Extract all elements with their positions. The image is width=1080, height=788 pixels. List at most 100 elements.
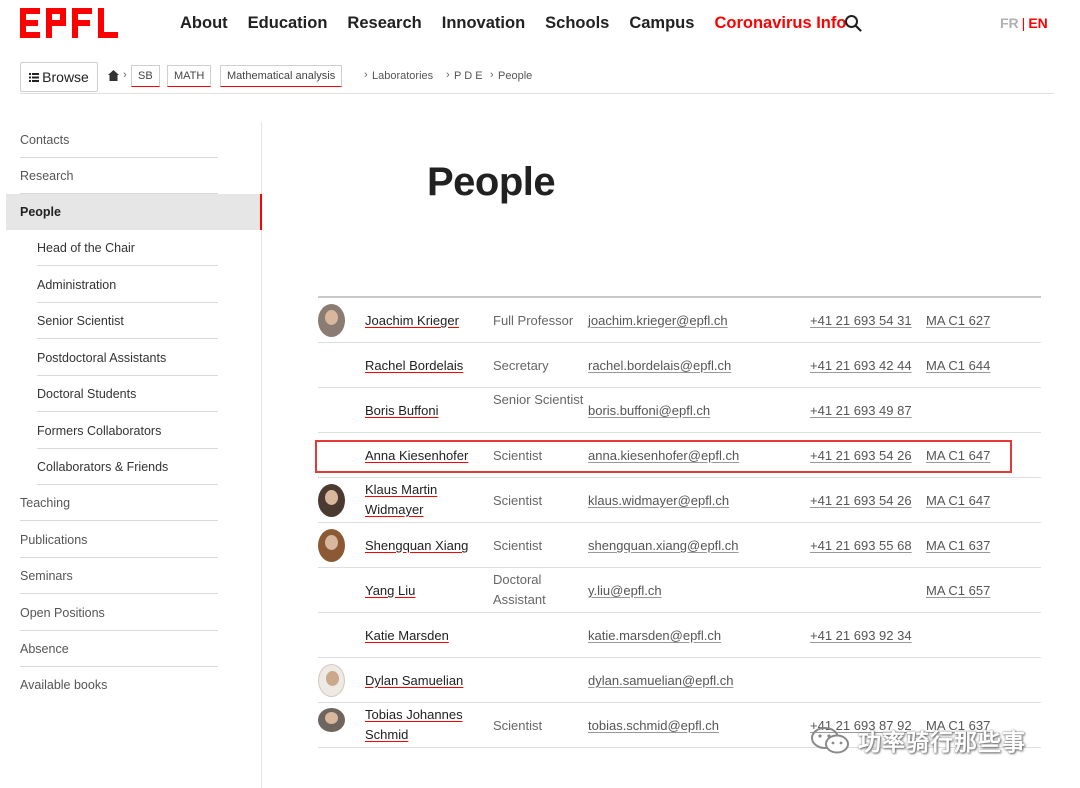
person-phone-link[interactable]: +41 21 693 92 34	[810, 626, 922, 646]
avatar	[318, 484, 345, 517]
chevron-right-icon: ›	[446, 69, 450, 81]
person-phone-link[interactable]: +41 21 693 49 87	[810, 401, 922, 421]
person-title: Scientist	[493, 718, 543, 733]
nav-campus[interactable]: Campus	[629, 14, 694, 33]
person-room-link[interactable]: MA C1 627	[926, 311, 1026, 331]
avatar	[318, 708, 345, 732]
breadcrumb-pde[interactable]: P D E	[454, 70, 483, 82]
avatar	[318, 664, 345, 697]
sidebar-item-seminars[interactable]: Seminars	[20, 558, 218, 594]
chevron-right-icon: ›	[364, 69, 368, 81]
person-name-link[interactable]: Rachel Bordelais	[365, 356, 485, 376]
epfl-logo[interactable]	[20, 8, 118, 38]
person-name-link[interactable]: Boris Buffoni	[365, 401, 485, 421]
sidebar-item-senior-scientist[interactable]: Senior Scientist	[37, 303, 218, 339]
table-row: Yang Liu Doctoral Assistant y.liu@epfl.c…	[318, 568, 1041, 613]
table-row: Katie Marsden katie.marsden@epfl.ch +41 …	[318, 613, 1041, 658]
sidebar-item-formers-collaborators[interactable]: Formers Collaborators	[37, 413, 218, 449]
person-phone-link[interactable]: +41 21 693 42 44	[810, 356, 922, 376]
person-phone-link[interactable]: +41 21 693 54 26	[810, 491, 922, 511]
wechat-icon	[811, 727, 849, 754]
person-room-link[interactable]: MA C1 637	[926, 536, 1026, 556]
home-icon[interactable]	[108, 70, 119, 81]
table-row: Rachel Bordelais Secretary rachel.bordel…	[318, 343, 1041, 388]
person-email-link[interactable]: klaus.widmayer@epfl.ch	[588, 491, 798, 511]
table-row: Joachim Krieger Full Professor joachim.k…	[318, 298, 1041, 343]
breadcrumb-people: People	[498, 70, 533, 82]
person-phone-link[interactable]: +41 21 693 55 68	[810, 536, 922, 556]
person-title: Secretary	[493, 358, 549, 373]
browse-label: Browse	[42, 69, 89, 85]
person-title: Full Professor	[493, 313, 574, 328]
avatar	[318, 529, 345, 562]
breadcrumb: Browse › SB MATH Mathematical analysis ›…	[20, 62, 1054, 94]
chevron-right-icon: ›	[490, 69, 494, 81]
nav-education[interactable]: Education	[248, 14, 328, 33]
lang-fr-link[interactable]: FR	[1000, 15, 1019, 31]
breadcrumb-tag-sb[interactable]: SB	[131, 65, 160, 87]
people-table: Joachim Krieger Full Professor joachim.k…	[318, 296, 1041, 748]
breadcrumb-tag-mathematical-analysis[interactable]: Mathematical analysis	[220, 65, 343, 87]
person-email-link[interactable]: y.liu@epfl.ch	[588, 581, 798, 601]
person-phone-link[interactable]: +41 21 693 54 31	[810, 311, 922, 331]
sidebar-item-available-books[interactable]: Available books	[20, 667, 218, 703]
nav-schools[interactable]: Schools	[545, 14, 609, 33]
sidebar-nav: Contacts Research People Head of the Cha…	[0, 122, 262, 788]
person-email-link[interactable]: joachim.krieger@epfl.ch	[588, 311, 798, 331]
watermark-text: 功率骑行那些事	[858, 729, 1026, 755]
sidebar-item-doctoral-students[interactable]: Doctoral Students	[37, 376, 218, 412]
sidebar-item-publications[interactable]: Publications	[20, 522, 218, 558]
person-room-link[interactable]: MA C1 647	[926, 491, 1026, 511]
person-name-link[interactable]: Joachim Krieger	[365, 311, 485, 331]
person-email-link[interactable]: rachel.bordelais@epfl.ch	[588, 356, 798, 376]
person-name-link[interactable]: Katie Marsden	[365, 626, 485, 646]
sidebar-item-absence[interactable]: Absence	[20, 631, 218, 667]
table-row: Klaus Martin Widmayer Scientist klaus.wi…	[318, 478, 1041, 523]
person-email-link[interactable]: dylan.samuelian@epfl.ch	[588, 671, 798, 691]
table-row: Dylan Samuelian dylan.samuelian@epfl.ch	[318, 658, 1041, 703]
table-row: Shengquan Xiang Scientist shengquan.xian…	[318, 523, 1041, 568]
person-title: Scientist	[493, 448, 543, 463]
person-email-link[interactable]: tobias.schmid@epfl.ch	[588, 716, 798, 736]
person-phone-link[interactable]: +41 21 693 54 26	[810, 446, 922, 466]
page-title: People	[427, 160, 556, 204]
table-row: Boris Buffoni Senior Scientist boris.buf…	[318, 388, 1041, 433]
avatar	[318, 304, 345, 337]
sidebar-item-research[interactable]: Research	[20, 158, 218, 194]
search-icon[interactable]	[844, 14, 862, 32]
sidebar-item-collaborators-friends[interactable]: Collaborators & Friends	[37, 449, 218, 485]
nav-coronavirus-info[interactable]: Coronavirus Info	[714, 14, 846, 33]
person-title: Scientist	[493, 493, 543, 508]
sidebar-item-contacts[interactable]: Contacts	[20, 122, 218, 158]
sidebar-item-label: People	[20, 205, 61, 219]
person-name-link[interactable]: Klaus Martin Widmayer	[365, 480, 485, 520]
sidebar-item-postdoctoral-assistants[interactable]: Postdoctoral Assistants	[37, 340, 218, 376]
sidebar-item-head-of-chair[interactable]: Head of the Chair	[37, 230, 218, 266]
breadcrumb-tag-math[interactable]: MATH	[167, 65, 212, 87]
sidebar-item-administration[interactable]: Administration	[37, 267, 218, 303]
sidebar-item-people[interactable]: People	[6, 194, 262, 230]
person-title: Scientist	[493, 538, 543, 553]
sidebar-item-teaching[interactable]: Teaching	[20, 485, 218, 521]
person-email-link[interactable]: anna.kiesenhofer@epfl.ch	[588, 446, 798, 466]
nav-research[interactable]: Research	[347, 14, 421, 33]
lang-en-link[interactable]: EN	[1028, 15, 1047, 31]
nav-innovation[interactable]: Innovation	[442, 14, 525, 33]
nav-about[interactable]: About	[180, 14, 228, 33]
list-icon	[29, 72, 40, 82]
breadcrumb-laboratories[interactable]: Laboratories	[372, 70, 433, 82]
person-email-link[interactable]: shengquan.xiang@epfl.ch	[588, 536, 798, 556]
person-name-link[interactable]: Dylan Samuelian	[365, 671, 485, 691]
person-name-link[interactable]: Anna Kiesenhofer	[365, 446, 485, 466]
person-room-link[interactable]: MA C1 657	[926, 581, 1026, 601]
person-title: Doctoral Assistant	[493, 572, 546, 607]
person-name-link[interactable]: Tobias Johannes Schmid	[365, 705, 485, 745]
person-email-link[interactable]: katie.marsden@epfl.ch	[588, 626, 798, 646]
person-room-link[interactable]: MA C1 647	[926, 446, 1026, 466]
person-name-link[interactable]: Yang Liu	[365, 581, 485, 601]
sidebar-item-open-positions[interactable]: Open Positions	[20, 595, 218, 631]
browse-button[interactable]: Browse	[20, 62, 98, 92]
person-email-link[interactable]: boris.buffoni@epfl.ch	[588, 401, 798, 421]
person-name-link[interactable]: Shengquan Xiang	[365, 536, 485, 556]
person-room-link[interactable]: MA C1 644	[926, 356, 1026, 376]
